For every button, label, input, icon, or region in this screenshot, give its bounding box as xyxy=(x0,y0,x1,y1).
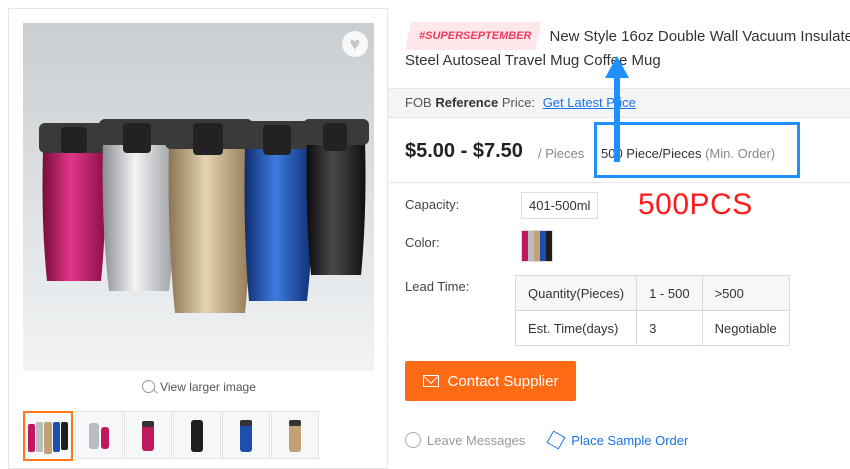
mug-black xyxy=(303,119,369,275)
thumbnail-pink[interactable] xyxy=(124,411,172,459)
fob-reference: Reference xyxy=(435,95,499,110)
thumbnail-blue[interactable] xyxy=(222,411,270,459)
leave-messages-link[interactable]: Leave Messages xyxy=(405,432,525,448)
zoom-icon xyxy=(142,380,156,393)
table-row: Est. Time(days) 3 Negotiable xyxy=(514,310,790,346)
view-larger-link[interactable]: View larger image xyxy=(9,380,389,394)
thumbnail-image xyxy=(89,423,109,449)
price-unit: / Pieces xyxy=(538,146,585,161)
table-cell: Est. Time(days) xyxy=(514,310,638,346)
product-info: #SUPERSEPTEMBER New Style 16oz Double Wal… xyxy=(388,8,850,469)
thumbnail-image xyxy=(240,420,252,452)
place-sample-order-label: Place Sample Order xyxy=(571,432,689,448)
mugs-illustration xyxy=(39,119,369,313)
capacity-option[interactable]: 401-500ml xyxy=(521,192,599,219)
contact-supplier-button[interactable]: Contact Supplier xyxy=(405,361,576,401)
color-label: Color: xyxy=(405,235,440,250)
thumbnail-image xyxy=(191,420,203,452)
table-cell: Quantity(Pieces) xyxy=(514,275,638,311)
chat-icon xyxy=(405,432,421,448)
color-swatch[interactable] xyxy=(521,230,553,262)
table-cell: 3 xyxy=(636,310,703,346)
cube-icon xyxy=(546,430,566,450)
min-order-label: (Min. Order) xyxy=(705,146,776,161)
capacity-label: Capacity: xyxy=(405,197,460,212)
thumbnail-image xyxy=(142,421,154,451)
main-product-image[interactable]: ♥ xyxy=(23,23,374,371)
table-cell: Negotiable xyxy=(701,310,790,346)
place-sample-order-link[interactable]: Place Sample Order xyxy=(546,430,689,450)
leave-messages-label: Leave Messages xyxy=(427,432,526,448)
product-gallery: ♥ View larger image xyxy=(8,8,388,469)
favorite-heart-icon[interactable]: ♥ xyxy=(342,31,368,57)
thumbnail-black[interactable] xyxy=(173,411,221,459)
fob-prefix: FOB xyxy=(405,95,436,110)
promo-tag[interactable]: #SUPERSEPTEMBER xyxy=(405,22,541,50)
table-cell: >500 xyxy=(701,275,790,311)
bottom-links: Leave Messages Place Sample Order xyxy=(405,430,689,450)
thumbnail-multicolor-set[interactable] xyxy=(23,411,73,461)
view-larger-label[interactable]: View larger image xyxy=(160,380,256,394)
thumbnail-image xyxy=(28,422,68,454)
mug-gold xyxy=(165,119,253,313)
annotation-text: 500PCS xyxy=(638,188,753,221)
thumbnail-gold[interactable] xyxy=(271,411,319,459)
table-cell: 1 - 500 xyxy=(636,275,703,311)
table-row: Quantity(Pieces) 1 - 500 >500 xyxy=(514,275,790,311)
mug-pink xyxy=(39,123,109,281)
mug-blue xyxy=(241,121,315,301)
thumbnail-silver-pink[interactable] xyxy=(75,411,123,459)
annotation-arrow-icon xyxy=(605,56,629,162)
lead-time-label: Lead Time: xyxy=(405,279,470,294)
thumbnail-image xyxy=(289,420,301,452)
thumbnail-strip xyxy=(23,411,320,461)
lead-time-table: Quantity(Pieces) 1 - 500 >500 Est. Time(… xyxy=(514,275,790,346)
mail-icon xyxy=(422,375,439,387)
contact-supplier-label: Contact Supplier xyxy=(447,372,559,390)
price-range: $5.00 - $7.50 xyxy=(405,140,523,162)
title-line-1: New Style 16oz Double Wall Vacuum Insula… xyxy=(549,28,850,45)
fob-suffix: Price: xyxy=(498,95,536,110)
